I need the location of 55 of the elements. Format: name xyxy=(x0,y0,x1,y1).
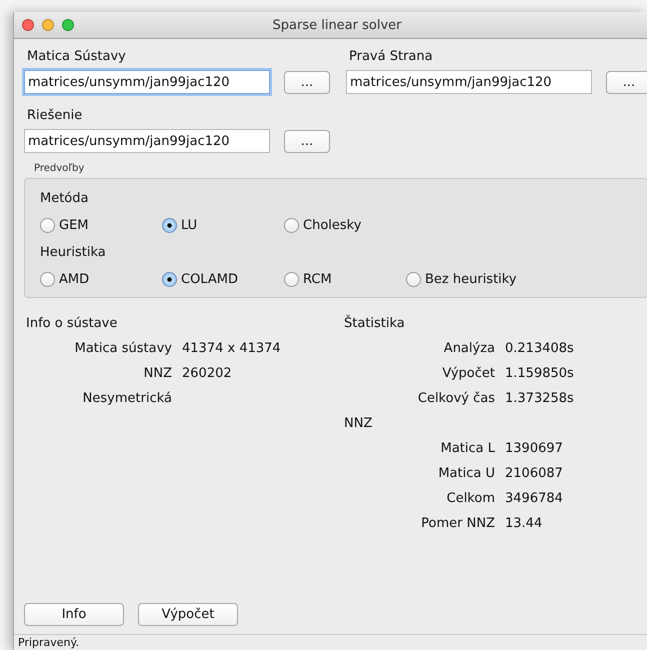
stat-value: 3496784 xyxy=(505,491,563,508)
path-field[interactable]: matrices/unsymm/jan99jac120 xyxy=(24,129,270,153)
status-bar: Pripravený. xyxy=(14,634,647,650)
stat-label: Matica U xyxy=(437,466,495,483)
browse-button[interactable]: ... xyxy=(284,130,330,152)
minimize-button[interactable] xyxy=(42,19,54,31)
stat-value: 1.159850s xyxy=(505,366,574,383)
radio-label[interactable]: COLAMD xyxy=(181,272,238,287)
group-label: Heuristika xyxy=(40,245,107,260)
window-title: Sparse linear solver xyxy=(272,18,402,32)
radio-label[interactable]: RCM xyxy=(303,272,332,287)
stat-label: Matica sústavy xyxy=(74,341,172,358)
stat-label: Celkový čas xyxy=(416,391,495,408)
stat-value: 0.213408s xyxy=(505,341,574,358)
action-button[interactable]: Info xyxy=(24,603,124,626)
radio-label[interactable]: AMD xyxy=(59,272,90,287)
stat-value: 41374 x 41374 xyxy=(182,341,281,358)
radio-button[interactable] xyxy=(162,272,177,287)
zoom-button[interactable] xyxy=(62,19,74,31)
radio-label[interactable]: Bez heuristiky xyxy=(425,272,517,287)
stat-value: 13.44 xyxy=(505,516,542,533)
browse-button[interactable]: ... xyxy=(606,70,647,94)
group-label: Metóda xyxy=(40,191,90,206)
stat-label: Pomer NNZ xyxy=(420,516,495,533)
section-heading: Info o sústave xyxy=(25,316,118,333)
stat-value: 1.373258s xyxy=(505,391,574,408)
stat-label: Celkom xyxy=(446,491,495,508)
stat-label: NNZ xyxy=(142,366,172,383)
stat-value: 1390697 xyxy=(505,441,563,458)
radio-button[interactable] xyxy=(40,218,55,233)
radio-button[interactable] xyxy=(40,272,55,287)
radio-button[interactable] xyxy=(284,218,299,233)
path-field[interactable]: matrices/unsymm/jan99jac120 xyxy=(346,70,592,94)
stat-label: Výpočet xyxy=(441,366,495,383)
group-title: Predvoľby xyxy=(33,163,86,174)
field-label: Matica Sústavy xyxy=(26,49,127,64)
radio-label[interactable]: LU xyxy=(181,218,198,233)
stat-value: 2106087 xyxy=(505,466,563,483)
close-button[interactable] xyxy=(22,19,34,31)
stat-value: 260202 xyxy=(182,366,232,383)
stat-label: Nesymetrická xyxy=(82,391,172,408)
radio-button[interactable] xyxy=(406,272,421,287)
path-field[interactable]: matrices/unsymm/jan99jac120 xyxy=(24,70,270,94)
section-heading: Štatistika xyxy=(343,316,406,333)
radio-label[interactable]: GEM xyxy=(59,218,89,233)
radio-button[interactable] xyxy=(284,272,299,287)
radio-label[interactable]: Cholesky xyxy=(303,218,362,233)
stat-label: Matica L xyxy=(440,441,495,458)
field-label: Pravá Strana xyxy=(348,49,434,64)
stat-label: Analýza xyxy=(442,341,495,358)
radio-button[interactable] xyxy=(162,218,177,233)
action-button[interactable]: Výpočet xyxy=(138,603,238,626)
field-label: Riešenie xyxy=(26,108,84,123)
section-heading: NNZ xyxy=(343,416,374,433)
browse-button[interactable]: ... xyxy=(284,70,330,94)
